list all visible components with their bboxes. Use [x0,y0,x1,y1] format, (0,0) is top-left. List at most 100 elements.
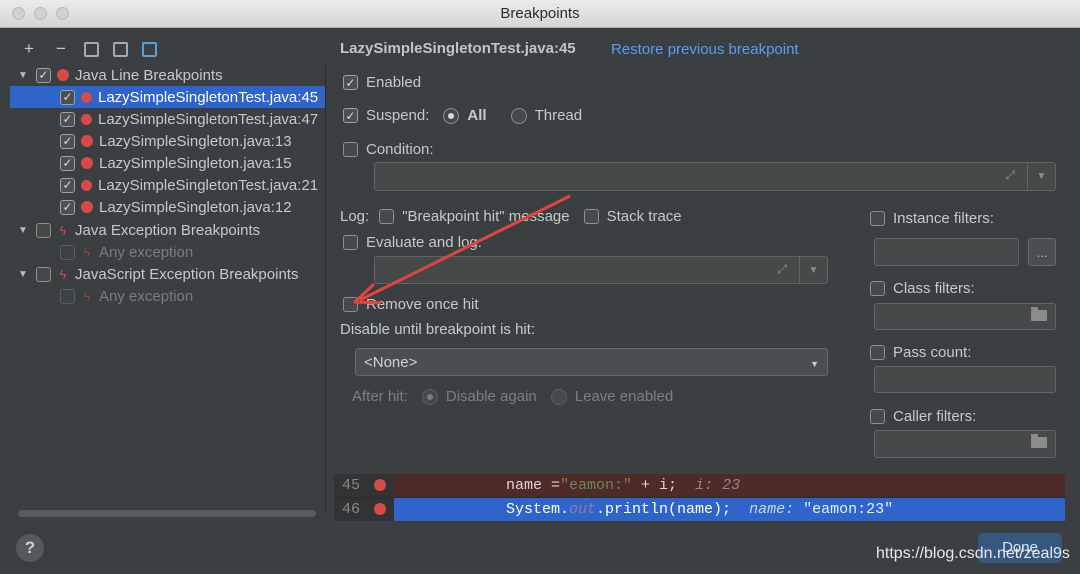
enabled-label: Enabled [366,74,422,91]
after-hit-options: After hit: Disable again Leave enabled [352,388,673,405]
instance-filters-more-button[interactable]: ... [1028,238,1056,266]
disable-again-label: Disable again [445,388,537,405]
group-checkbox[interactable]: ✓ [36,67,51,83]
class-filters-label: Class filters: [893,280,975,297]
breakpoint-icon[interactable] [374,479,386,491]
tree-item[interactable]: ϟ Any exception [10,241,325,263]
tree-item-label: Any exception [99,243,194,261]
chevron-down-icon[interactable]: ▼ [1027,163,1055,190]
suspend-all-radio[interactable] [443,107,460,124]
tree-item[interactable]: ✓ LazySimpleSingleton.java:15 [10,152,325,174]
leave-enabled-radio[interactable] [550,388,567,405]
group-checkbox[interactable] [36,266,51,282]
expand-editor-icon[interactable]: ⤢ [1005,168,1015,183]
pass-count-checkbox[interactable] [870,345,885,360]
pass-count-input[interactable] [874,366,1056,393]
suspend-option: ✓ Suspend: All Thread [343,107,582,124]
tree-group-java-exception[interactable]: ▼ ϟ Java Exception Breakpoints [10,219,325,241]
item-checkbox[interactable]: ✓ [60,199,75,215]
tree-item[interactable]: ✓ LazySimpleSingleton.java:13 [10,130,325,152]
log-message-checkbox[interactable] [379,209,395,224]
restore-breakpoint-link[interactable]: Restore previous breakpoint [611,41,799,58]
stack-trace-checkbox[interactable] [583,209,599,224]
code-token: + i; [632,477,678,494]
item-checkbox[interactable]: ✓ [60,155,75,171]
group-by-file-icon[interactable] [113,41,128,57]
evaluate-log-option[interactable]: Evaluate and log: [343,234,482,251]
red-dot-icon [57,69,69,81]
tree-item-label: LazySimpleSingleton.java:12 [99,198,292,216]
item-checkbox[interactable]: ✓ [60,111,75,127]
lightning-icon: ϟ [59,222,67,238]
help-button[interactable]: ? [16,534,44,562]
tree-item[interactable]: ✓ LazySimpleSingletonTest.java:47 [10,108,325,130]
remove-breakpoint-button[interactable]: − [52,40,70,58]
tree-group-javascript-exception[interactable]: ▼ ϟ JavaScript Exception Breakpoints [10,263,325,285]
instance-filters-checkbox[interactable] [870,211,885,226]
expand-arrow-icon[interactable]: ▼ [18,225,30,236]
group-by-class-icon[interactable] [142,41,157,57]
log-options: Log: "Breakpoint hit" message Stack trac… [340,208,682,225]
expand-arrow-icon[interactable]: ▼ [18,70,30,81]
lightning-icon: ϟ [83,244,91,260]
disable-until-value: <None> [364,353,418,371]
folder-icon[interactable] [1031,434,1047,448]
group-by-package-icon[interactable] [84,41,99,57]
line-gutter: 46 [334,498,394,521]
lightning-icon: ϟ [59,266,67,282]
disable-until-select[interactable]: <None> ▼ [355,348,828,376]
enabled-checkbox[interactable]: ✓ [343,75,358,90]
class-filters-checkbox[interactable] [870,281,885,296]
pass-count-label: Pass count: [893,344,972,361]
title-bar: Breakpoints [0,0,1080,28]
breakpoint-question-icon[interactable] [374,503,386,515]
group-checkbox[interactable] [36,222,51,238]
breakpoint-toolbar: + − [20,38,157,60]
instance-filters-input[interactable] [874,238,1019,266]
class-filters-option[interactable]: Class filters: [870,280,975,297]
code-token: .println(name); [596,501,732,518]
expand-arrow-icon[interactable]: ▼ [18,269,30,280]
remove-once-hit-checkbox[interactable] [343,297,358,312]
condition-input[interactable]: ⤢ ▼ [374,162,1056,191]
pass-count-option[interactable]: Pass count: [870,344,971,361]
chevron-down-icon[interactable]: ▼ [799,257,827,283]
horizontal-scrollbar[interactable] [18,510,316,517]
code-token: name = [506,477,561,494]
tree-item[interactable]: ✓ LazySimpleSingletonTest.java:45 [10,86,325,108]
enabled-option[interactable]: ✓ Enabled [343,74,421,91]
caller-filters-option[interactable]: Caller filters: [870,408,976,425]
caller-filters-input[interactable] [874,430,1056,458]
caller-filters-checkbox[interactable] [870,409,885,424]
item-checkbox[interactable] [60,288,75,304]
tree-item[interactable]: ✓ LazySimpleSingletonTest.java:21 [10,174,325,196]
tree-item[interactable]: ✓ LazySimpleSingleton.java:12 [10,196,325,218]
remove-once-hit-option[interactable]: Remove once hit [343,296,479,313]
item-checkbox[interactable]: ✓ [60,133,75,149]
add-breakpoint-button[interactable]: + [20,40,38,58]
item-checkbox[interactable]: ✓ [60,177,75,193]
disable-again-radio[interactable] [421,388,438,405]
evaluate-log-input[interactable]: ⤢ ▼ [374,256,828,284]
item-checkbox[interactable]: ✓ [60,89,75,105]
evaluate-log-checkbox[interactable] [343,235,358,250]
inline-value: "eamon:23" [803,501,894,518]
conditional-breakpoint-icon [81,179,92,191]
instance-filters-option[interactable]: Instance filters: [870,210,994,227]
breakpoint-tree: ▼ ✓ Java Line Breakpoints ✓ LazySimpleSi… [10,62,326,512]
code-string: "eamon:" [560,477,633,494]
class-filters-input[interactable] [874,303,1056,330]
log-message-label: "Breakpoint hit" message [402,208,570,225]
item-checkbox[interactable] [60,244,75,260]
suspend-thread-radio[interactable] [510,107,527,124]
folder-icon[interactable] [1031,307,1047,321]
suspend-checkbox[interactable]: ✓ [343,108,358,123]
line-number: 46 [342,501,361,518]
condition-option[interactable]: Condition: [343,141,434,158]
code-field: out [569,501,597,518]
expand-editor-icon[interactable]: ⤢ [777,262,787,277]
condition-checkbox[interactable] [343,142,358,157]
breakpoint-detail-panel: LazySimpleSingletonTest.java:45 Restore … [340,32,1070,472]
tree-item[interactable]: ϟ Any exception [10,285,325,307]
tree-group-java-line[interactable]: ▼ ✓ Java Line Breakpoints [10,64,325,86]
